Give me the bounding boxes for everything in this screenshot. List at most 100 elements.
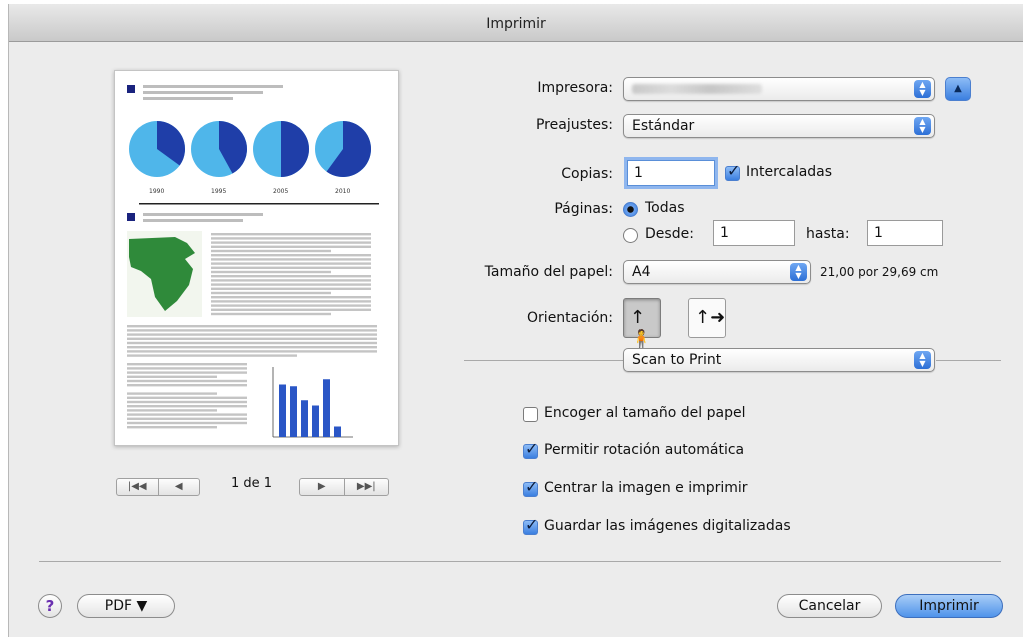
pages-all-label: Todas: [645, 200, 685, 216]
previous-page-icon[interactable]: ◀: [157, 479, 200, 495]
paper-dimensions: 21,00 por 29,69 cm: [820, 265, 939, 279]
pages-from-label: Desde:: [645, 226, 694, 242]
preview-next-last-buttons[interactable]: ▶ ▶▶|: [299, 478, 389, 496]
landscape-orientation-icon: ↑➜: [695, 307, 726, 328]
option-checkbox-shrink[interactable]: [523, 407, 538, 422]
preview-text-line: [127, 417, 247, 420]
section-popup[interactable]: Scan to Print ▲ ▼: [623, 348, 935, 372]
paper-size-label: Tamaño del papel:: [484, 264, 613, 280]
printer-name-blurred: [632, 84, 762, 94]
preview-text-line: [211, 241, 371, 244]
popup-arrows-icon: ▲ ▼: [914, 117, 931, 135]
preview-bar: [279, 384, 286, 437]
preview-text-line: [211, 275, 371, 278]
help-button[interactable]: ?: [38, 594, 62, 618]
preview-text-line: [127, 405, 247, 408]
printer-popup[interactable]: ▲ ▼: [623, 77, 935, 101]
preview-pie-slice: [281, 121, 309, 177]
preview-pie-label: 1995: [211, 188, 226, 195]
paper-size-value: A4: [632, 264, 651, 280]
preview-pie-label: 1990: [149, 188, 164, 195]
separator-right: [936, 360, 1001, 361]
preview-text-line: [211, 287, 371, 290]
option-label-center: Centrar la imagen e imprimir: [544, 480, 748, 496]
preview-text-line: [211, 233, 371, 236]
preview-text-line: [127, 329, 377, 332]
preview-text-line: [211, 283, 371, 286]
preview-text-line: [127, 409, 217, 412]
popup-arrows-icon: ▲ ▼: [790, 263, 807, 281]
pages-to-label: hasta:: [806, 226, 850, 242]
orientation-portrait-button[interactable]: ↑🧍: [623, 298, 661, 350]
preview-text-line: [211, 312, 331, 316]
pdf-menu-button[interactable]: PDF ▼: [77, 594, 175, 618]
section-popup-value: Scan to Print: [632, 352, 722, 368]
option-checkbox-center[interactable]: [523, 477, 538, 497]
presets-label: Preajustes:: [535, 117, 613, 133]
next-page-icon[interactable]: ▶: [300, 479, 344, 495]
pages-all-radio[interactable]: [623, 202, 638, 217]
orientation-landscape-button[interactable]: ↑➜: [688, 298, 726, 338]
preview-text-line: [127, 354, 297, 357]
collate-label: Intercaladas: [746, 164, 833, 180]
preview-text-line: [127, 341, 377, 345]
option-label-auto-rotate: Permitir rotación automática: [544, 442, 745, 458]
first-page-icon[interactable]: |◀◀: [117, 479, 158, 495]
collate-checkbox[interactable]: [725, 161, 740, 181]
portrait-orientation-icon: ↑🧍: [630, 307, 653, 350]
preview-bar: [290, 386, 297, 437]
window-title: Imprimir: [9, 4, 1023, 42]
preview-text-line: [211, 266, 371, 269]
preview-text-line: [211, 245, 371, 248]
preview-text-line: [127, 333, 377, 336]
preview-text-line: [127, 371, 247, 374]
preview-text-line: [211, 296, 371, 299]
option-checkbox-auto-rotate[interactable]: [523, 439, 538, 459]
preview-text-line: [127, 421, 247, 425]
preview-bar: [334, 426, 341, 437]
cancel-button[interactable]: Cancelar: [777, 594, 882, 618]
preview-text-line: [127, 350, 377, 353]
pages-from-field[interactable]: 1: [713, 220, 795, 246]
collapse-details-button[interactable]: ▲: [945, 77, 971, 101]
preview-text-line: [127, 396, 247, 399]
preview-first-prev-buttons[interactable]: |◀◀ ◀: [116, 478, 200, 496]
preview-bar: [312, 405, 319, 437]
option-checkbox-save-scans[interactable]: [523, 515, 538, 535]
separator-left: [464, 360, 624, 361]
preview-pie-label: 2005: [273, 188, 288, 195]
preview-text-line: [127, 426, 217, 429]
preview-text-line: [127, 363, 247, 366]
paper-size-popup[interactable]: A4 ▲ ▼: [623, 260, 811, 284]
presets-popup[interactable]: Estándar ▲ ▼: [623, 114, 935, 138]
page-indicator: 1 de 1: [231, 476, 273, 491]
print-dialog: Imprimir 1990 1995 2005 2010 |◀◀ ◀ 1 de 1 ▶: [8, 4, 1023, 637]
preview-text-line: [127, 392, 217, 395]
popup-arrows-icon: ▲ ▼: [914, 80, 931, 98]
footer-separator: [39, 561, 1001, 562]
orientation-label: Orientación:: [527, 310, 613, 326]
preview-text-line: [127, 337, 377, 340]
preview-text-line: [127, 413, 247, 416]
pages-to-field[interactable]: 1: [867, 220, 943, 246]
option-label-shrink: Encoger al tamaño del papel: [544, 405, 746, 421]
preview-text-line: [211, 308, 371, 311]
print-button[interactable]: Imprimir: [895, 594, 1003, 618]
preview-text-line: [211, 262, 371, 265]
copies-label: Copias:: [561, 166, 613, 182]
preview-text-line: [211, 254, 371, 257]
last-page-icon[interactable]: ▶▶|: [343, 479, 389, 495]
preview-text-line: [211, 249, 331, 253]
preview-text-line: [127, 400, 247, 404]
popup-arrows-icon: ▲ ▼: [914, 351, 931, 369]
pages-range-radio[interactable]: [623, 228, 638, 243]
preview-bar: [323, 379, 330, 437]
option-label-save-scans: Guardar las imágenes digitalizadas: [544, 518, 791, 534]
preview-text-line: [211, 270, 331, 274]
preview-text-line: [211, 300, 371, 303]
preview-text-line: [211, 279, 371, 282]
presets-value: Estándar: [632, 118, 695, 134]
copies-field[interactable]: 1: [627, 160, 715, 186]
print-preview: 1990 1995 2005 2010: [114, 70, 399, 446]
preview-text-line: [211, 237, 371, 240]
